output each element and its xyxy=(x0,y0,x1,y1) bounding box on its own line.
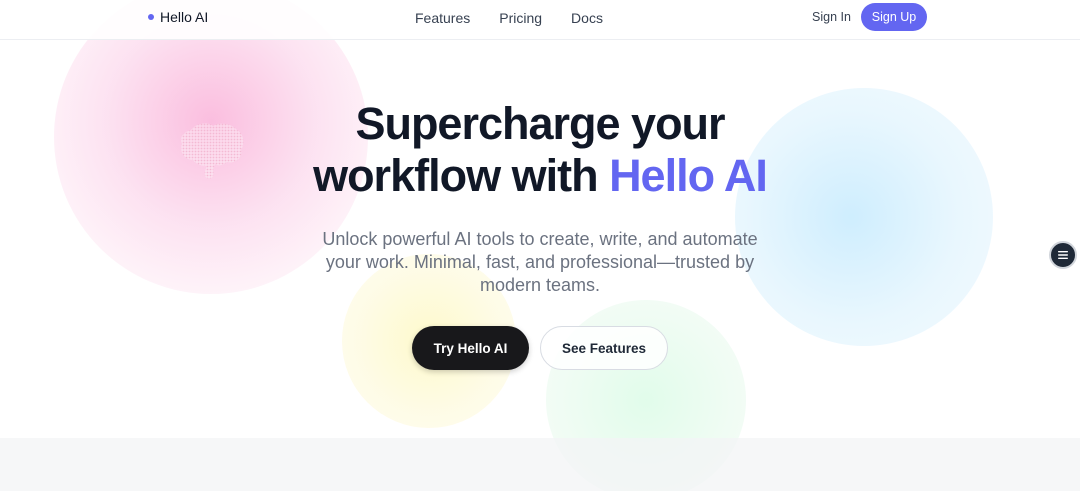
hero-subtitle: Unlock powerful AI tools to create, writ… xyxy=(322,229,758,295)
nav-link-docs[interactable]: Docs xyxy=(571,10,603,26)
dot-icon xyxy=(148,14,154,20)
nav-link-pricing[interactable]: Pricing xyxy=(499,10,542,26)
hero-title-line1: Supercharge your xyxy=(355,98,725,149)
menu-lines-icon xyxy=(1058,251,1068,259)
sign-in-link[interactable]: Sign In xyxy=(812,10,851,24)
hero-actions: Try Hello AI See Features xyxy=(0,326,1080,370)
see-features-button[interactable]: See Features xyxy=(540,326,668,370)
brand-logo[interactable]: Hello AI xyxy=(148,9,208,25)
hero-title: Supercharge your workflow with Hello AI xyxy=(0,98,1080,202)
hero-title-accent: Hello AI xyxy=(609,150,768,201)
nav-link-features[interactable]: Features xyxy=(415,10,470,26)
top-navbar: Hello AI Features Pricing Docs Sign In S… xyxy=(0,0,1080,40)
landing-page: Hello AI Features Pricing Docs Sign In S… xyxy=(0,0,1080,491)
brand-name: Hello AI xyxy=(160,9,209,25)
next-section-band xyxy=(0,438,1080,491)
hero-title-line2: workflow with xyxy=(313,150,610,201)
hero-section: Supercharge your workflow with Hello AI … xyxy=(0,98,1080,297)
try-hello-ai-button[interactable]: Try Hello AI xyxy=(412,326,529,370)
sign-up-button[interactable]: Sign Up xyxy=(861,3,927,31)
main-nav: Features Pricing Docs xyxy=(415,10,603,26)
floating-menu-button[interactable] xyxy=(1049,241,1077,269)
